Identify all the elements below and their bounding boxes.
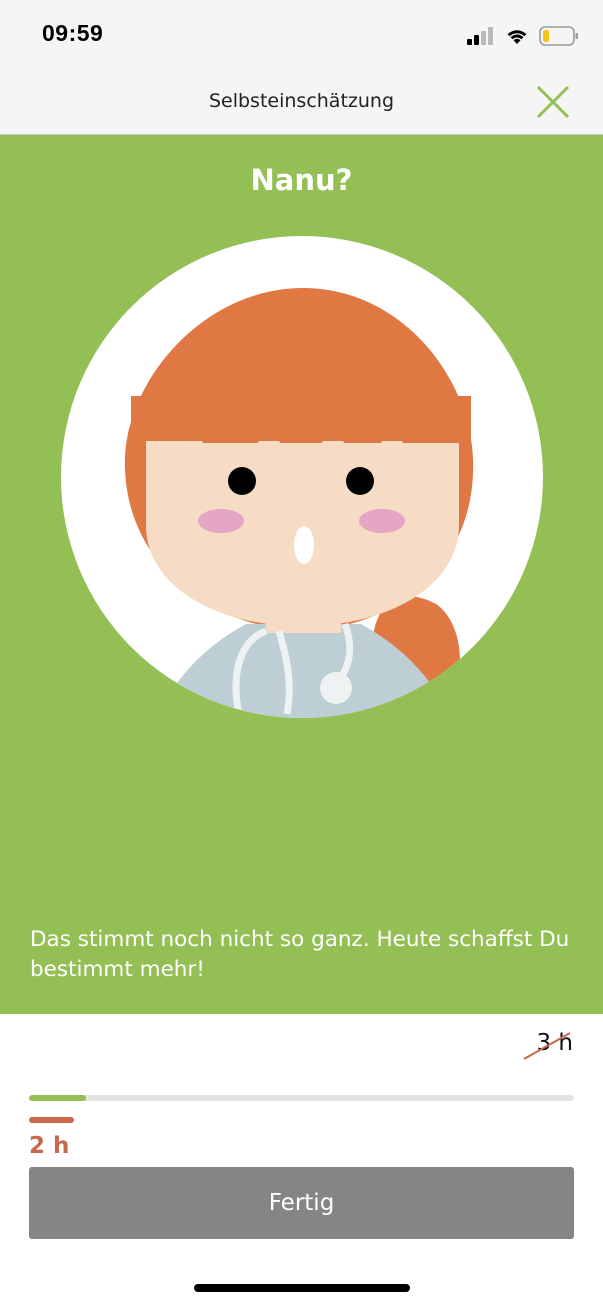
nav-bar: Selbsteinschätzung — [0, 72, 603, 135]
screen: 09:59 Selbsteinschätzung Nanu? Das stimm… — [0, 0, 603, 1304]
feedback-panel: Nanu? Das stimmt noch nicht so ganz. Heu… — [0, 135, 603, 1014]
status-icons — [467, 26, 579, 46]
progress-bar-fill — [29, 1095, 87, 1101]
done-button[interactable]: Fertig — [29, 1167, 574, 1239]
doctor-avatar-illustration — [61, 236, 543, 718]
page-title: Selbsteinschätzung — [208, 90, 395, 112]
battery-icon — [539, 26, 578, 46]
close-button[interactable] — [533, 82, 573, 122]
strikethrough-line — [523, 1032, 571, 1060]
status-time: 09:59 — [42, 20, 104, 46]
wifi-icon — [507, 30, 527, 44]
cellular-signal-icon — [467, 27, 493, 45]
home-indicator[interactable] — [194, 1284, 410, 1292]
feedback-title: Nanu? — [250, 163, 353, 197]
status-bar: 09:59 — [0, 0, 603, 72]
feedback-message: Das stimmt noch nicht so ganz. Heute sch… — [30, 927, 570, 982]
progress-bar — [29, 1095, 574, 1101]
actual-hours: 2 h — [29, 1133, 70, 1159]
actual-hours-marker — [29, 1117, 74, 1123]
close-icon — [536, 85, 570, 119]
target-hours: 3 h — [523, 1030, 573, 1060]
